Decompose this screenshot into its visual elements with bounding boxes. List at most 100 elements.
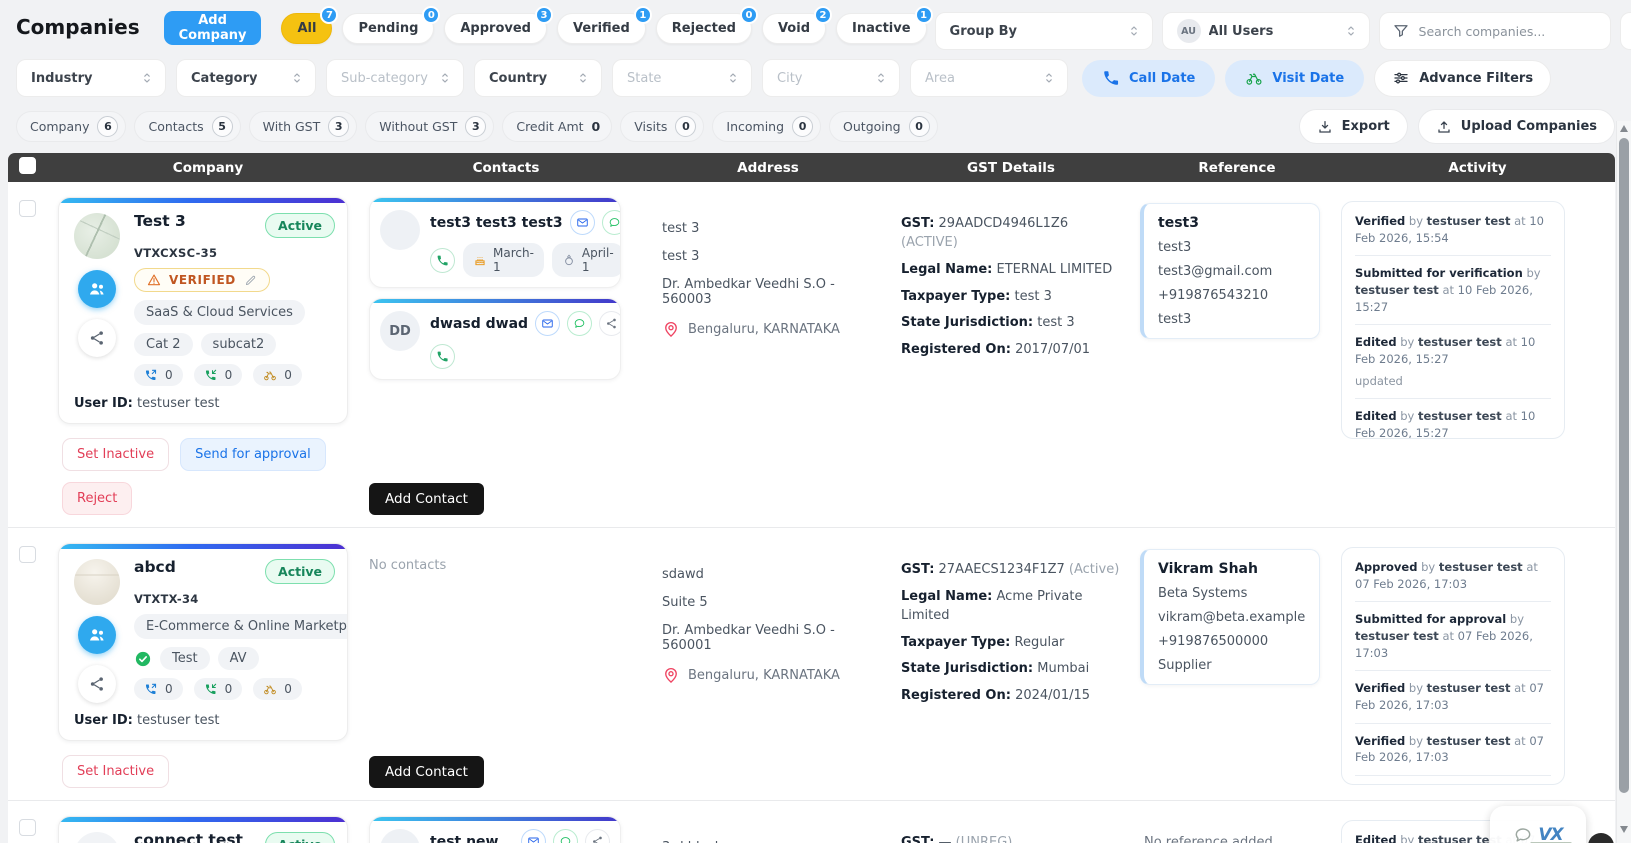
gst-field-status: (ACTIVE) — [901, 234, 958, 250]
add-contact-button[interactable]: Add Contact — [369, 483, 484, 515]
select-all-checkbox[interactable] — [19, 157, 36, 174]
activity-at-word: at — [1514, 214, 1526, 228]
activity-by-word: by — [1408, 214, 1424, 228]
reject-button[interactable]: Reject — [62, 482, 133, 515]
activity-user: testuser test — [1355, 629, 1439, 644]
company-name: Test 3 — [134, 212, 186, 230]
company-cell: CTconnect test pvt ltd.ActiveCREATESaaS … — [52, 816, 364, 843]
stat-chip-visits[interactable]: Visits 0 — [620, 111, 705, 142]
filter-select-industry[interactable]: Industry — [16, 59, 166, 97]
activity-user: testuser test — [1355, 283, 1439, 298]
row-checkbox[interactable] — [19, 200, 36, 217]
activity-entry: Verified by testuser test at 07 Feb 2026… — [1355, 671, 1551, 724]
filter-select-sub-category[interactable]: Sub-category — [326, 59, 464, 97]
activity-entry: Edited by testuser test at 10 Feb 2026, … — [1355, 325, 1551, 400]
gst-field: Registered On: 2017/07/01 — [901, 341, 1122, 360]
company-name: abcd — [134, 558, 176, 576]
group-by-select[interactable]: Group By — [934, 12, 1153, 50]
filter-funnel-icon[interactable] — [1392, 22, 1410, 40]
badge-label: VERIFIED — [169, 273, 236, 287]
call-contact-button[interactable] — [430, 247, 455, 273]
share-contact-button[interactable] — [585, 829, 610, 843]
chat-widget[interactable]: VX — [1490, 806, 1586, 843]
warning-icon — [147, 273, 161, 287]
email-contact-button[interactable] — [521, 829, 546, 843]
chat-contact-button[interactable] — [601, 210, 620, 235]
column-header-activity: Activity — [1448, 159, 1507, 176]
company-card-main: connect test pvt ltd.ActiveCREATESaaS & … — [123, 831, 335, 843]
stat-chip-count: 6 — [97, 116, 119, 137]
contact-avatar: DD — [380, 311, 420, 351]
visit-date-button[interactable]: Visit Date — [1225, 59, 1365, 97]
scroll-down-arrow-icon[interactable] — [1620, 826, 1628, 833]
set-inactive-button[interactable]: Set Inactive — [62, 438, 170, 471]
pencil-icon[interactable] — [244, 274, 257, 287]
upload-companies-button[interactable]: Upload Companies — [1417, 109, 1615, 144]
visit-date-label: Visit Date — [1272, 70, 1345, 86]
contact-badge-label: March-1 — [493, 246, 534, 274]
email-contact-button[interactable] — [569, 210, 595, 235]
row-checkbox[interactable] — [19, 546, 36, 563]
status-tab-all[interactable]: All 7 — [281, 6, 339, 44]
reference-line: vikram@beta.example — [1158, 610, 1306, 625]
share-company-button[interactable] — [78, 319, 116, 357]
add-contact-button[interactable]: Add Contact — [369, 756, 484, 788]
status-tab-approved[interactable]: Approved 3 — [444, 6, 553, 44]
company-card-left — [71, 559, 123, 703]
status-tab-void[interactable]: Void 2 — [761, 6, 832, 44]
call-date-button[interactable]: Call Date — [1082, 59, 1216, 97]
stat-chip-company[interactable]: Company 6 — [16, 111, 127, 142]
company-card-main: abcd Active VTXTX-34 E-Commerce & Online Ma… — [123, 558, 347, 703]
vertical-scrollbar[interactable] — [1616, 121, 1631, 843]
status-tab-pending[interactable]: Pending 0 — [342, 6, 441, 44]
chat-contact-button[interactable] — [553, 829, 578, 843]
call-contact-button[interactable] — [430, 344, 455, 369]
stat-chip-with-gst[interactable]: With GST 3 — [248, 111, 358, 142]
stat-chip-outgoing[interactable]: Outgoing 0 — [829, 111, 938, 142]
bike-icon — [263, 682, 277, 696]
add-company-button[interactable]: Add Company — [163, 11, 262, 45]
reference-line: +919876543210 — [1158, 288, 1269, 303]
filter-select-state[interactable]: State — [612, 59, 752, 97]
assigned-users-button[interactable] — [78, 270, 116, 308]
stat-chip-contacts[interactable]: Contacts 5 — [134, 111, 241, 142]
activity-entry: Submitted for verification by testuser t… — [1355, 256, 1551, 326]
filter-select-country[interactable]: Country — [474, 59, 602, 97]
status-tab-rejected[interactable]: Rejected 0 — [655, 6, 758, 44]
filter-select-category[interactable]: Category — [176, 59, 316, 97]
address-location: Bengaluru, KARNATAKA — [662, 666, 878, 684]
users-icon — [87, 279, 107, 299]
company-verified-badge[interactable]: VERIFIED — [134, 268, 270, 292]
gst-field-label: Legal Name: — [901, 261, 993, 277]
all-users-select[interactable]: AU All Users — [1161, 12, 1370, 50]
stat-chip-without-gst[interactable]: Without GST 3 — [365, 111, 495, 142]
set-inactive-button[interactable]: Set Inactive — [62, 755, 170, 788]
call-date-label: Call Date — [1129, 70, 1196, 86]
filter-select-city[interactable]: City — [762, 59, 900, 97]
status-tab-inactive[interactable]: Inactive 1 — [836, 6, 933, 44]
activity-card: Approved by testuser test at 07 Feb 2026… — [1341, 547, 1565, 785]
status-badge: Active — [265, 832, 335, 843]
gst-field-label: Legal Name: — [901, 588, 993, 604]
scrollbar-thumb[interactable] — [1619, 138, 1629, 793]
email-contact-button[interactable] — [535, 311, 561, 336]
export-button[interactable]: Export — [1298, 109, 1408, 144]
filter-select-area[interactable]: Area — [910, 59, 1068, 97]
send-for-approval-button[interactable]: Send for approval — [180, 438, 326, 471]
scroll-up-arrow-icon[interactable] — [1620, 125, 1628, 132]
share-contact-button[interactable] — [599, 311, 620, 336]
chat-contact-button[interactable] — [567, 311, 593, 336]
contact-card: DD dwasd dwad — [369, 298, 621, 380]
top-bar: Companies Add Company All 7 Pending 0 Approv… — [0, 0, 1631, 52]
assigned-users-button[interactable] — [78, 616, 116, 654]
status-tab-verified[interactable]: Verified 1 — [557, 6, 652, 44]
stat-chip-incoming[interactable]: Incoming 0 — [712, 111, 822, 142]
share-company-button[interactable] — [78, 665, 116, 703]
stat-chip-label: Visits — [634, 119, 668, 134]
advance-filters-button[interactable]: Advance Filters — [1374, 59, 1552, 97]
gst-field: Taxpayer Type: test 3 — [901, 288, 1122, 307]
row-checkbox[interactable] — [19, 819, 36, 836]
company-search-input[interactable] — [1418, 23, 1598, 39]
stat-chip-credit-amt[interactable]: Credit Amt 0 — [502, 111, 613, 142]
table-body: Test 3 Active VTXCXSC-35 VERIFIED SaaS & Clo… — [8, 182, 1615, 843]
